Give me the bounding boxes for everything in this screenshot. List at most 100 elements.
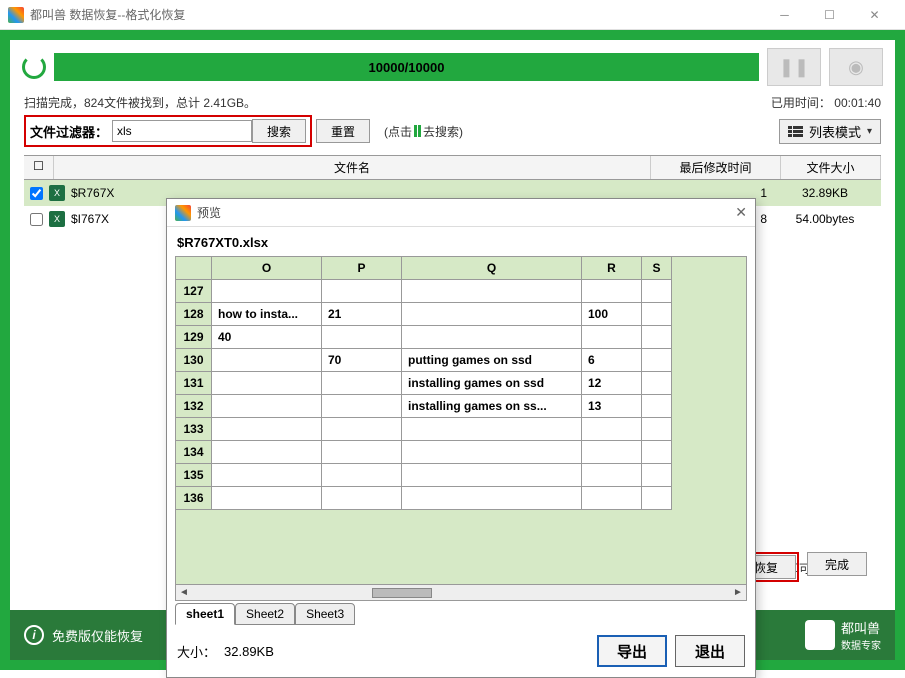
row-number[interactable]: 131 [176,372,212,395]
scroll-right-icon[interactable]: ► [730,587,746,598]
row-number[interactable]: 134 [176,441,212,464]
cell[interactable] [402,464,582,487]
cell[interactable]: putting games on ssd [402,349,582,372]
window-title: 都叫兽 数据恢复--格式化恢复 [30,6,185,23]
col-date[interactable]: 最后修改时间 [651,156,781,179]
col-header[interactable]: S [642,257,672,280]
cell[interactable] [212,372,322,395]
cell[interactable] [642,418,672,441]
tab-sheet3[interactable]: Sheet3 [295,603,355,625]
cell[interactable] [322,280,402,303]
cell[interactable] [642,441,672,464]
cell[interactable] [212,280,322,303]
size-label: 大小： [177,642,216,661]
cell[interactable]: installing games on ssd [402,372,582,395]
cell[interactable] [322,395,402,418]
cell[interactable]: 21 [322,303,402,326]
cell[interactable]: 40 [212,326,322,349]
cell[interactable]: 70 [322,349,402,372]
select-all-checkbox[interactable]: ☐ [24,156,54,179]
cell[interactable] [642,326,672,349]
cell[interactable]: installing games on ss... [402,395,582,418]
col-header[interactable]: R [582,257,642,280]
cell[interactable] [322,418,402,441]
col-filename[interactable]: 文件名 [54,156,651,179]
cell[interactable] [642,487,672,510]
cell[interactable]: 100 [582,303,642,326]
cell[interactable] [582,280,642,303]
tab-sheet1[interactable]: sheet1 [175,603,235,625]
stop-button[interactable]: ◉ [829,48,883,86]
cell[interactable] [212,349,322,372]
cell[interactable] [642,464,672,487]
row-number[interactable]: 129 [176,326,212,349]
cell[interactable] [212,441,322,464]
row-number[interactable]: 133 [176,418,212,441]
cell[interactable] [402,441,582,464]
cell[interactable] [642,395,672,418]
close-button[interactable]: ✕ [852,0,897,30]
cell[interactable] [582,441,642,464]
scroll-left-icon[interactable]: ◄ [176,587,192,598]
export-button[interactable]: 导出 [597,635,667,667]
footer-text: 免费版仅能恢复 [52,626,143,645]
cell[interactable] [212,464,322,487]
row-checkbox[interactable] [30,213,43,226]
cell[interactable] [402,418,582,441]
cell[interactable]: how to insta... [212,303,322,326]
col-header[interactable]: O [212,257,322,280]
exit-button[interactable]: 退出 [675,635,745,667]
cell[interactable] [582,464,642,487]
row-number[interactable]: 132 [176,395,212,418]
spreadsheet-area[interactable]: OPQRS 127128how to insta...21 100 12940130 7… [175,256,747,601]
cell[interactable] [642,280,672,303]
spinner-icon [22,55,46,79]
cell[interactable]: 12 [582,372,642,395]
cell[interactable] [402,303,582,326]
cell[interactable] [322,326,402,349]
cell[interactable] [322,464,402,487]
view-mode-label: 列表模式 [809,122,861,141]
reset-button[interactable]: 重置 [316,119,370,143]
pause-button[interactable]: ❚❚ [767,48,821,86]
cell[interactable] [322,441,402,464]
col-size[interactable]: 文件大小 [781,156,881,179]
cell[interactable] [582,418,642,441]
done-button[interactable]: 完成 [807,552,867,576]
cell[interactable] [212,418,322,441]
preview-close-button[interactable]: ✕ [735,204,747,221]
col-header[interactable]: Q [402,257,582,280]
row-number[interactable]: 136 [176,487,212,510]
cell[interactable] [582,326,642,349]
cell[interactable] [322,372,402,395]
row-number[interactable]: 127 [176,280,212,303]
cell[interactable] [212,395,322,418]
row-number[interactable]: 128 [176,303,212,326]
cell[interactable] [642,372,672,395]
cell[interactable]: 13 [582,395,642,418]
minimize-button[interactable]: ─ [762,0,807,30]
cell[interactable] [402,487,582,510]
maximize-button[interactable]: ☐ [807,0,852,30]
filter-input[interactable] [112,120,252,142]
elapsed-time: 已用时间： 00:01:40 [771,94,881,111]
cell[interactable] [642,303,672,326]
cell[interactable] [402,280,582,303]
row-checkbox[interactable] [30,187,43,200]
view-mode-dropdown[interactable]: 列表模式 ▾ [779,119,881,144]
cell[interactable] [212,487,322,510]
col-header[interactable] [176,257,212,280]
cell[interactable]: 6 [582,349,642,372]
cell[interactable] [582,487,642,510]
search-button[interactable]: 搜索 [252,119,306,143]
cell[interactable] [322,487,402,510]
col-header[interactable]: P [322,257,402,280]
scroll-thumb[interactable] [372,588,432,598]
row-number[interactable]: 135 [176,464,212,487]
tab-sheet2[interactable]: Sheet2 [235,603,295,625]
window-controls: ─ ☐ ✕ [762,0,897,30]
cell[interactable] [642,349,672,372]
cell[interactable] [402,326,582,349]
horizontal-scrollbar[interactable]: ◄ ► [176,584,746,600]
row-number[interactable]: 130 [176,349,212,372]
